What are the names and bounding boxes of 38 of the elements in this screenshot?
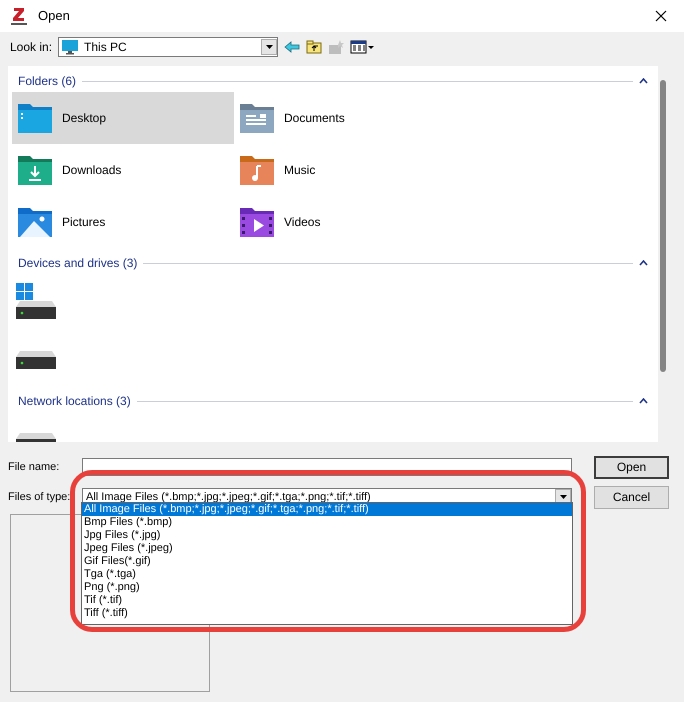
look-in-dropdown[interactable]: This PC: [58, 37, 278, 57]
group-heading: Devices and drives (3): [18, 255, 138, 272]
app-logo-icon: [8, 5, 30, 27]
cancel-button[interactable]: Cancel: [594, 486, 669, 508]
back-arrow-icon[interactable]: [284, 39, 300, 55]
folder-item[interactable]: Music: [234, 144, 456, 196]
close-icon: [655, 10, 667, 22]
folder-item[interactable]: Documents: [234, 92, 456, 144]
chevron-icon[interactable]: [639, 78, 648, 84]
file-name-label: File name:: [8, 460, 60, 475]
chevron-icon[interactable]: [639, 398, 648, 404]
window-title: Open: [38, 7, 70, 26]
dropdown-option[interactable]: Tiff (*.tiff): [82, 607, 572, 620]
chevron-icon[interactable]: [639, 260, 648, 266]
folder-item[interactable]: Desktop: [12, 92, 234, 144]
dropdown-option[interactable]: Gif Files(*.gif): [82, 555, 572, 568]
dropdown-arrow-icon: [266, 45, 273, 49]
folder-item[interactable]: Downloads: [12, 144, 234, 196]
files-of-type-label: Files of type:: [8, 490, 72, 505]
group-heading: Network locations (3): [18, 393, 131, 410]
dropdown-option[interactable]: Jpg Files (*.jpg): [82, 529, 572, 542]
view-menu-icon[interactable]: [350, 39, 374, 55]
dropdown-arrow-icon: [560, 495, 566, 499]
group-heading: Folders (6): [18, 73, 76, 90]
look-in-label: Look in:: [10, 39, 52, 56]
scrollbar-thumb[interactable]: [660, 80, 666, 372]
dropdown-option[interactable]: Jpeg Files (*.jpeg): [82, 542, 572, 555]
up-folder-icon[interactable]: [306, 39, 322, 55]
folder-item[interactable]: Pictures: [12, 196, 234, 248]
dropdown-option[interactable]: Png (*.png): [82, 581, 572, 594]
open-button[interactable]: Open: [594, 456, 669, 478]
dropdown-option[interactable]: Tga (*.tga): [82, 568, 572, 581]
dropdown-option[interactable]: All Image Files (*.bmp;*.jpg;*.jpeg;*.gif;*.tga;*.png;*.tif;*.tiff): [82, 503, 572, 516]
look-in-value: This PC: [84, 39, 127, 56]
folder-item[interactable]: Videos: [234, 196, 456, 248]
dropdown-option[interactable]: Tif (*.tif): [82, 594, 572, 607]
dropdown-option[interactable]: Bmp Files (*.bmp): [82, 516, 572, 529]
monitor-icon: [61, 39, 80, 55]
